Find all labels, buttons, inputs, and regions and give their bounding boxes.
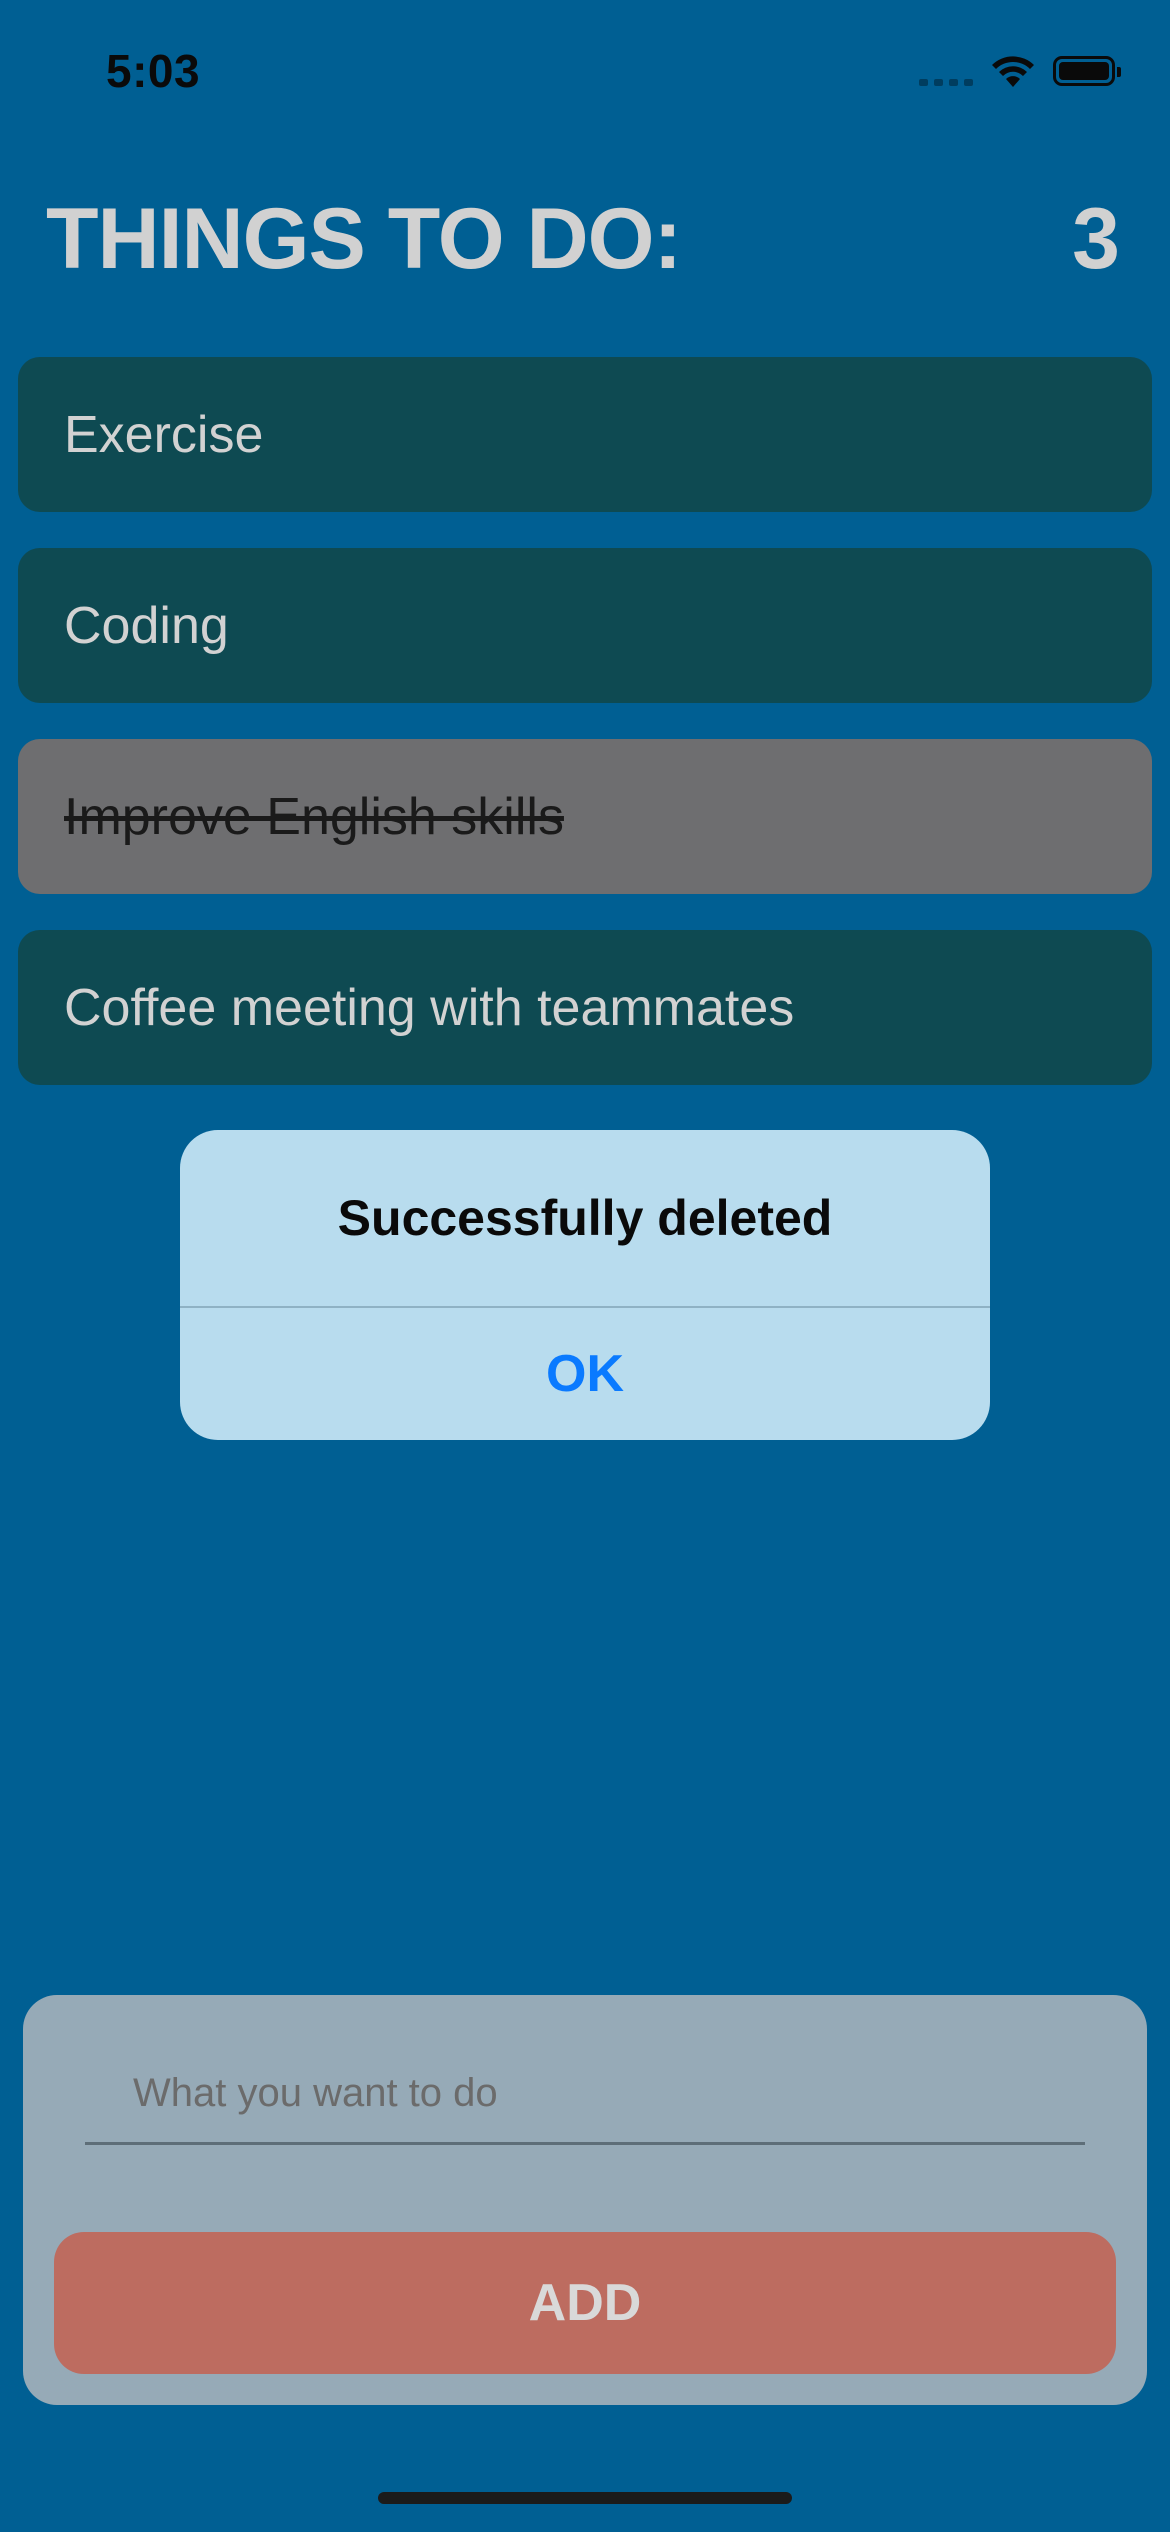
- ok-button[interactable]: OK: [180, 1308, 990, 1440]
- wifi-icon: [992, 56, 1034, 87]
- task-item-coffee-meeting[interactable]: Coffee meeting with teammates: [18, 930, 1152, 1085]
- home-indicator[interactable]: [378, 2492, 792, 2504]
- status-icons: [919, 54, 1121, 88]
- alert-title: Successfully deleted: [180, 1130, 990, 1308]
- status-time: 5:03: [106, 45, 201, 97]
- signal-icon: [919, 56, 973, 86]
- battery-icon: [1053, 56, 1121, 86]
- task-input[interactable]: [85, 2045, 1085, 2145]
- task-item-coding[interactable]: Coding: [18, 548, 1152, 703]
- page-title: THINGS TO DO:: [46, 191, 682, 287]
- task-count: 3: [1072, 191, 1120, 287]
- task-item-improve-english[interactable]: Improve English skills: [18, 739, 1152, 894]
- task-item-exercise[interactable]: Exercise: [18, 357, 1152, 512]
- add-button[interactable]: ADD: [54, 2232, 1116, 2374]
- add-task-panel: ADD: [23, 1995, 1147, 2405]
- alert-dialog: Successfully deleted OK: [180, 1130, 990, 1440]
